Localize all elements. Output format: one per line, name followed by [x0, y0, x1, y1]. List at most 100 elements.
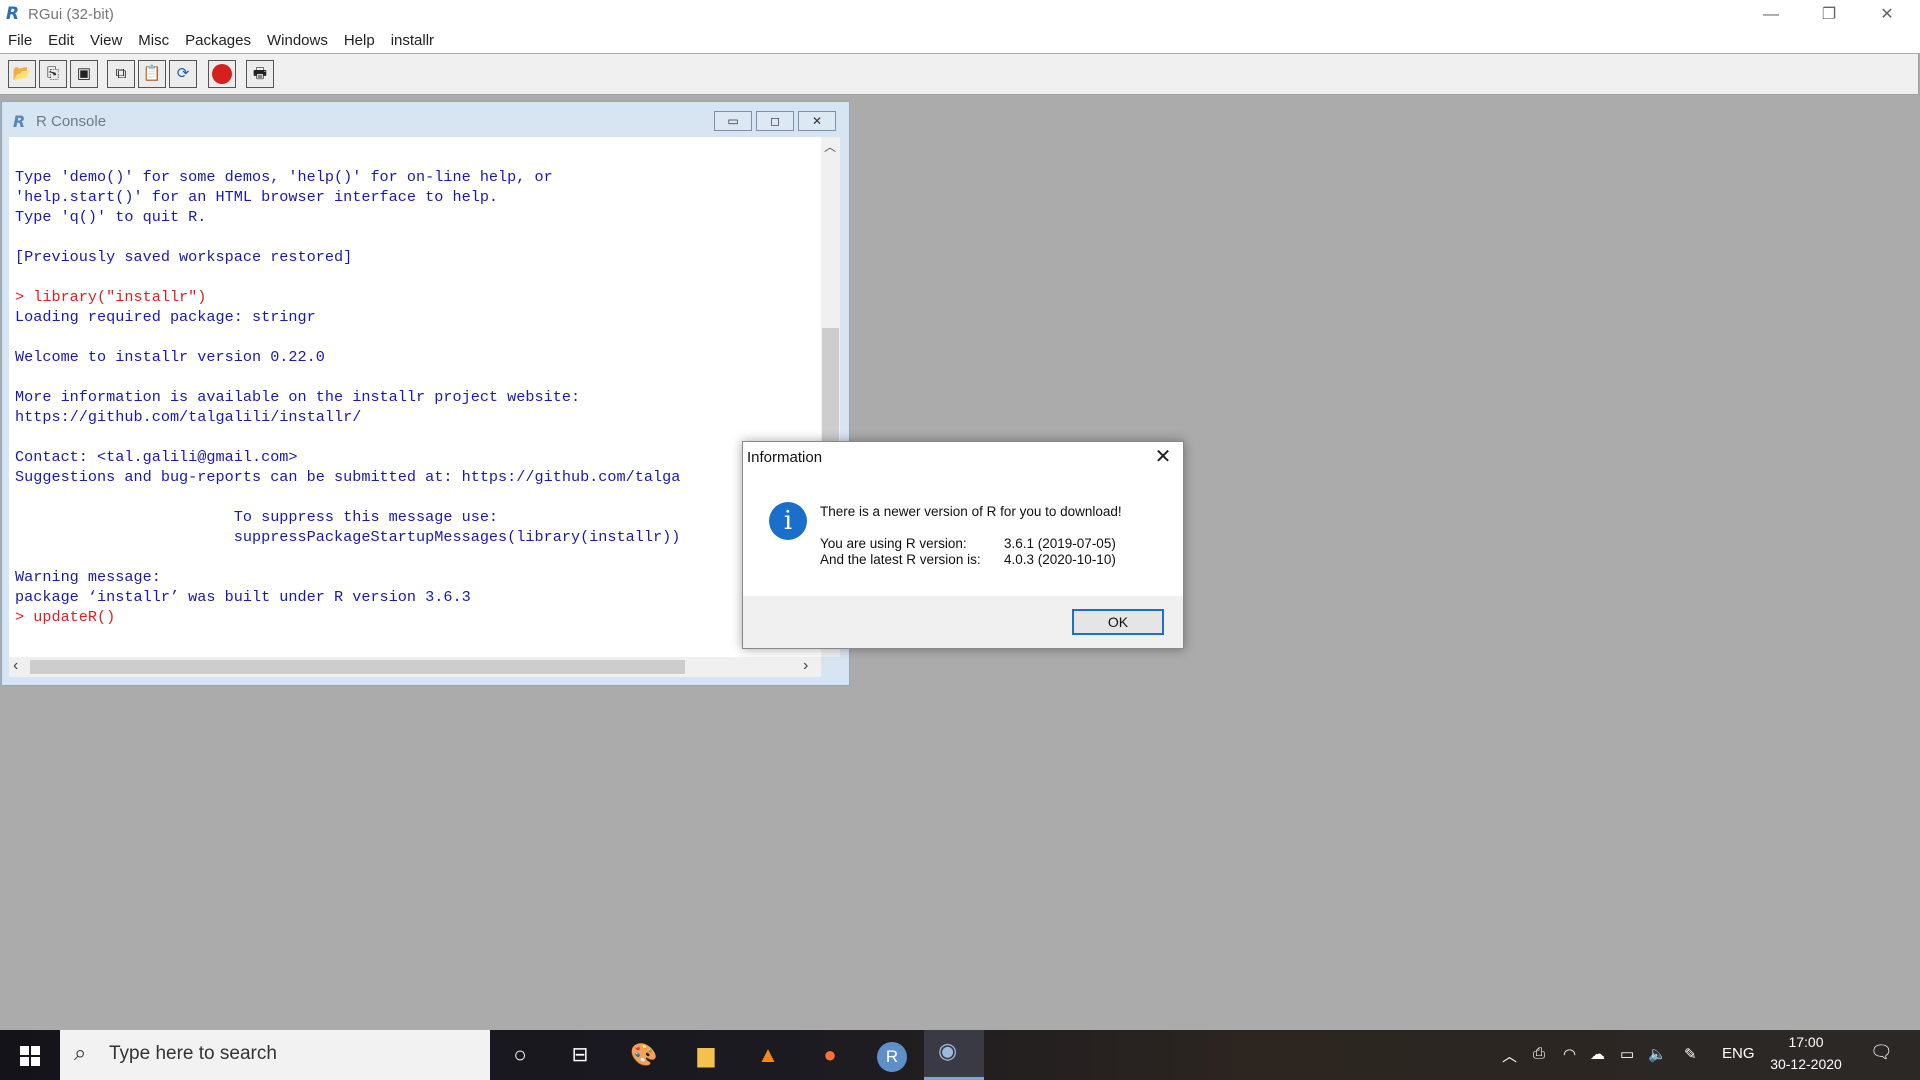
console-minimize-button[interactable]: ▭ [714, 111, 752, 131]
vlc-icon[interactable]: ▲ [748, 1036, 788, 1074]
language-indicator[interactable]: ENG [1722, 1045, 1755, 1062]
console-line: [Previously saved workspace restored] [15, 248, 353, 266]
stop-icon [212, 64, 232, 85]
rgui-icon: ◉ [938, 1038, 958, 1063]
close-icon: ✕ [1154, 446, 1172, 468]
console-line: Suggestions and bug-reports can be submi… [15, 468, 681, 486]
printer-icon: 🖶 [252, 65, 268, 82]
search-placeholder: Type here to search [109, 1043, 277, 1064]
volume-icon[interactable]: 🔈 [1648, 1045, 1667, 1063]
scroll-left-arrow-icon[interactable]: ‹ [13, 657, 18, 675]
folder-open-icon: 📂 [12, 65, 32, 82]
console-line: Type 'demo()' for some demos, 'help()' f… [15, 168, 553, 186]
console-title: R Console [36, 113, 107, 130]
latest-version-label: And the latest R version is: [820, 552, 981, 567]
close-button[interactable]: ✕ [1858, 0, 1916, 30]
load-icon: ⎘ [46, 65, 59, 82]
console-maximize-button[interactable]: ◻ [756, 111, 794, 131]
wifi-icon[interactable]: ◠ [1563, 1045, 1576, 1063]
toolbar: 📂 ⎘ ▣ ⧉ 📋 ⟳ 🖶 [0, 54, 1919, 95]
firefox-icon[interactable]: ● [810, 1036, 850, 1074]
open-script-button[interactable]: 📂 [8, 60, 36, 88]
scroll-up-arrow-icon[interactable]: ︿ [824, 138, 836, 155]
menu-misc[interactable]: Misc [130, 30, 177, 49]
r-taskbar-icon[interactable]: R [872, 1036, 912, 1074]
task-view-icon[interactable]: ⊟ [560, 1036, 600, 1074]
battery-icon[interactable]: ▭ [1620, 1045, 1634, 1063]
restore-button[interactable]: ❐ [1800, 0, 1858, 30]
console-horizontal-scroll-thumb[interactable] [30, 660, 685, 674]
menu-windows[interactable]: Windows [259, 30, 336, 49]
console-vertical-scroll-thumb[interactable] [822, 328, 839, 450]
notifications-icon[interactable]: 🗨 [1870, 1042, 1893, 1063]
console-line: Warning message: [15, 568, 161, 586]
r-app-icon: R [6, 4, 20, 24]
dialog-title: Information [747, 449, 823, 466]
menu-packages[interactable]: Packages [177, 30, 259, 49]
console-line: > updateR() [15, 608, 116, 626]
console-line: Loading required package: stringr [15, 308, 316, 326]
show-hidden-icons-icon[interactable]: ︿ [1502, 1045, 1517, 1066]
console-text: Type 'demo()' for some demos, 'help()' f… [9, 137, 821, 627]
latest-version-value: 4.0.3 (2020-10-10) [1004, 552, 1116, 567]
dialog-headline: There is a newer version of R for you to… [820, 504, 1122, 519]
stop-button[interactable] [208, 60, 236, 88]
minimize-button[interactable]: — [1742, 0, 1800, 30]
dialog-close-button[interactable]: ✕ [1150, 445, 1176, 469]
clock-date[interactable]: 30-12-2020 [1756, 1056, 1856, 1072]
rgui-taskbar-button[interactable]: ◉ [924, 1030, 984, 1080]
console-output[interactable]: Type 'demo()' for some demos, 'help()' f… [9, 137, 821, 657]
console-line: > library("installr") [15, 288, 207, 306]
console-line: Contact: <tal.galili@gmail.com> [15, 448, 298, 466]
copy-paste-button[interactable]: ⟳ [169, 60, 197, 88]
menu-help[interactable]: Help [336, 30, 383, 49]
console-line: suppressPackageStartupMessages(library(i… [15, 528, 681, 546]
console-close-button[interactable]: ✕ [798, 111, 836, 131]
scroll-right-arrow-icon[interactable]: › [803, 657, 808, 675]
onedrive-icon[interactable]: ☁ [1590, 1045, 1605, 1063]
save-workspace-button[interactable]: ▣ [70, 60, 98, 88]
start-button[interactable] [0, 1030, 60, 1080]
using-version-value: 3.6.1 (2019-07-05) [1004, 536, 1116, 551]
meet-now-icon[interactable]: ⎙ [1533, 1045, 1545, 1062]
r-console-icon: R [13, 112, 26, 131]
paste-icon: 📋 [142, 65, 162, 82]
title-bar [0, 0, 1920, 30]
menu-edit[interactable]: Edit [40, 30, 82, 49]
floppy-icon: ▣ [76, 65, 92, 82]
paste-button[interactable]: 📋 [138, 60, 166, 88]
copy-icon: ⧉ [115, 65, 127, 82]
using-version-label: You are using R version: [820, 536, 967, 551]
info-icon: i [769, 502, 807, 540]
file-explorer-icon[interactable]: ▆ [686, 1036, 726, 1074]
console-line: More information is available on the ins… [15, 388, 581, 406]
clock-time[interactable]: 17:00 [1756, 1034, 1856, 1050]
cortana-icon[interactable]: ○ [500, 1036, 540, 1074]
paint-app-icon[interactable]: 🎨 [624, 1036, 664, 1074]
console-line: Welcome to installr version 0.22.0 [15, 348, 325, 366]
pen-icon[interactable]: ✎ [1684, 1045, 1697, 1063]
load-workspace-button[interactable]: ⎘ [39, 60, 67, 88]
console-line: https://github.com/talgalili/installr/ [15, 408, 362, 426]
console-line: 'help.start()' for an HTML browser inter… [15, 188, 499, 206]
search-icon: ⌕ [74, 1040, 87, 1065]
refresh-icon: ⟳ [176, 65, 190, 82]
console-line: package ‘installr’ was built under R ver… [15, 588, 471, 606]
ok-button[interactable]: OK [1072, 609, 1164, 635]
menu-installr[interactable]: installr [383, 30, 442, 49]
menu-file[interactable]: File [0, 30, 40, 49]
copy-button[interactable]: ⧉ [107, 60, 135, 88]
menu-bar: File Edit View Misc Packages Windows Help insta… [0, 30, 1920, 53]
print-button[interactable]: 🖶 [246, 60, 274, 88]
console-line: Type 'q()' to quit R. [15, 208, 207, 226]
app-title: RGui (32-bit) [28, 6, 114, 23]
menu-view[interactable]: View [82, 30, 130, 49]
console-line: To suppress this message use: [15, 508, 499, 526]
